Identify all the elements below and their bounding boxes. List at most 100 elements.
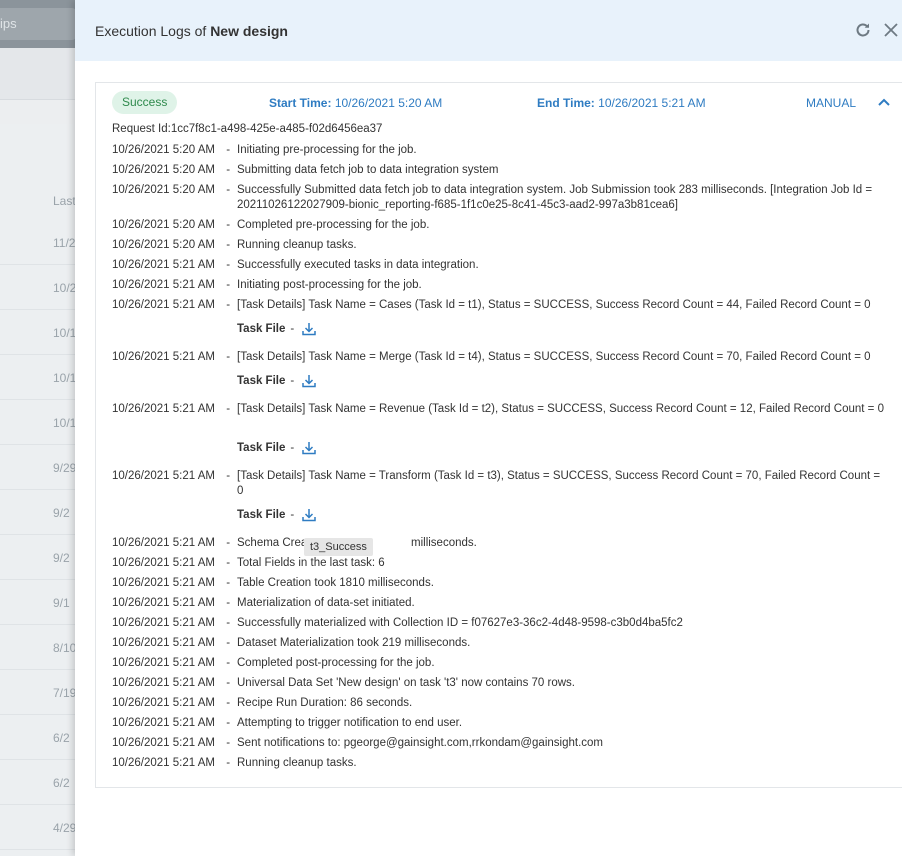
log-entry-separator: - — [223, 577, 234, 589]
drawer-title: Execution Logs of New design — [95, 23, 288, 39]
background-table-row: 9/2 — [0, 490, 80, 535]
background-topbar: ips — [0, 0, 80, 48]
background-row-date: 8/10 — [53, 641, 77, 655]
background-table-row: 7/19 — [0, 670, 80, 715]
log-entry-time: 10/26/2021 5:20 AM — [112, 144, 215, 156]
download-icon[interactable] — [301, 373, 317, 389]
log-entry-message: Sent notifications to: pgeorge@gainsight… — [237, 737, 603, 749]
log-entry-separator: - — [223, 697, 234, 709]
log-entry-separator: - — [223, 279, 234, 291]
background-row-date: 10/1 — [53, 371, 77, 385]
log-entry-message: Running cleanup tasks. — [237, 757, 357, 769]
log-entry-separator: - — [223, 617, 234, 629]
request-id: Request Id:1cc7f8c1-a498-425e-a485-f02d6… — [112, 123, 383, 135]
background-search-input: ips — [0, 8, 76, 40]
log-entry-separator: - — [223, 537, 234, 549]
log-entry-separator: - — [223, 737, 234, 749]
log-entry-time: 10/26/2021 5:21 AM — [112, 403, 215, 415]
log-entry-time: 10/26/2021 5:20 AM — [112, 164, 215, 176]
run-mode-label: MANUAL — [806, 96, 857, 110]
log-entry-separator: - — [223, 299, 234, 311]
log-entry-message: Initiating post-processing for the job. — [237, 279, 422, 291]
log-entry-separator: - — [223, 597, 234, 609]
task-file-dash: - — [290, 509, 295, 521]
background-row-date: 9/29 — [53, 461, 77, 475]
background-row-date: 6/2 — [53, 776, 70, 790]
log-entry-time: 10/26/2021 5:21 AM — [112, 737, 215, 749]
download-icon[interactable] — [301, 507, 317, 523]
log-entry-message: [Task Details] Task Name = Merge (Task I… — [237, 351, 871, 363]
background-row-date: 10/1 — [53, 326, 77, 340]
log-entry-separator: - — [223, 657, 234, 669]
background-table-row: 9/1 — [0, 580, 80, 625]
task-file-label: Task File — [237, 375, 286, 387]
log-entry-separator: - — [223, 239, 234, 251]
task-file-dash: - — [290, 375, 295, 387]
log-entry-time: 10/26/2021 5:21 AM — [112, 259, 215, 271]
task-file-row: Task File - — [237, 373, 317, 389]
log-entry-separator: - — [223, 144, 234, 156]
task-file-label: Task File — [237, 323, 286, 335]
log-entry-separator: - — [223, 717, 234, 729]
log-entry-message: Universal Data Set 'New design' on task … — [237, 677, 575, 689]
download-icon[interactable] — [301, 440, 317, 456]
background-row-date: 7/19 — [53, 686, 77, 700]
background-row-date: 11/2 — [53, 236, 76, 250]
log-entry-message: Successfully materialized with Collectio… — [237, 617, 683, 629]
background-row-date: 9/2 — [53, 506, 70, 520]
log-entry-time: 10/26/2021 5:21 AM — [112, 617, 215, 629]
log-entry-message: [Task Details] Task Name = Cases (Task I… — [237, 299, 871, 311]
close-icon[interactable] — [880, 19, 902, 41]
background-row-date: 9/1 — [53, 596, 70, 610]
tooltip: t3_Success — [304, 538, 373, 556]
refresh-icon[interactable] — [852, 19, 874, 41]
background-table-row: 8/10 — [0, 625, 80, 670]
log-entry-time: 10/26/2021 5:21 AM — [112, 557, 215, 569]
task-file-row: Task File - — [237, 507, 317, 523]
log-entry-time: 10/26/2021 5:21 AM — [112, 637, 215, 649]
log-entry-message: [Task Details] Task Name = Transform (Ta… — [237, 470, 881, 497]
task-file-dash: - — [290, 442, 295, 454]
log-entry-time: 10/26/2021 5:21 AM — [112, 279, 215, 291]
log-entry-message-tail: milliseconds. — [411, 537, 477, 549]
start-time-value: 10/26/2021 5:20 AM — [334, 96, 443, 110]
background-table-row: 6/2 — [0, 760, 80, 805]
log-entry-message: Successfully Submitted data fetch job to… — [237, 184, 873, 211]
log-entry-separator: - — [223, 757, 234, 769]
background-table-row: 9/29 — [0, 445, 80, 490]
log-entry-message: Materialization of data-set initiated. — [237, 597, 415, 609]
background-row-date: 6/2 — [53, 731, 70, 745]
background-table-row: 10/2 — [0, 265, 80, 310]
log-entry-message: Initiating pre-processing for the job. — [237, 144, 417, 156]
status-badge: Success — [112, 91, 178, 114]
background-table-row: 4/29 — [0, 805, 80, 850]
log-entry-time: 10/26/2021 5:20 AM — [112, 219, 215, 231]
task-file-row: Task File - — [237, 321, 317, 337]
log-entry-message: Dataset Materialization took 219 millise… — [237, 637, 471, 649]
task-file-label: Task File — [237, 509, 286, 521]
log-entry-message: Attempting to trigger notification to en… — [237, 717, 463, 729]
log-entry-separator: - — [223, 184, 234, 196]
log-entry-time: 10/26/2021 5:21 AM — [112, 577, 215, 589]
background-table-row: 9/2 — [0, 535, 80, 580]
log-entry-separator: - — [223, 403, 234, 415]
log-entry-message: Running cleanup tasks. — [237, 239, 357, 251]
log-entry-message: Table Creation took 1810 milliseconds. — [237, 577, 434, 589]
log-entry-separator: - — [223, 677, 234, 689]
download-icon[interactable] — [301, 321, 317, 337]
log-entry-message: Completed post-processing for the job. — [237, 657, 435, 669]
chevron-up-icon[interactable] — [876, 94, 892, 110]
end-time: End Time: 10/26/2021 5:21 AM — [537, 96, 706, 110]
log-entry-message: [Task Details] Task Name = Revenue (Task… — [237, 403, 884, 415]
log-entry-separator: - — [223, 470, 234, 482]
background-table-row: 10/1 — [0, 355, 80, 400]
log-entry-time: 10/26/2021 5:21 AM — [112, 757, 215, 769]
log-entry-message: Recipe Run Duration: 86 seconds. — [237, 697, 413, 709]
background-row-date: 10/2 — [53, 281, 77, 295]
log-entry-separator: - — [223, 219, 234, 231]
log-entry-message: Successfully executed tasks in data inte… — [237, 259, 479, 271]
log-entry-time: 10/26/2021 5:20 AM — [112, 239, 215, 251]
log-entry-separator: - — [223, 637, 234, 649]
end-time-label: End Time: — [537, 96, 595, 110]
log-entry-time: 10/26/2021 5:21 AM — [112, 351, 215, 363]
